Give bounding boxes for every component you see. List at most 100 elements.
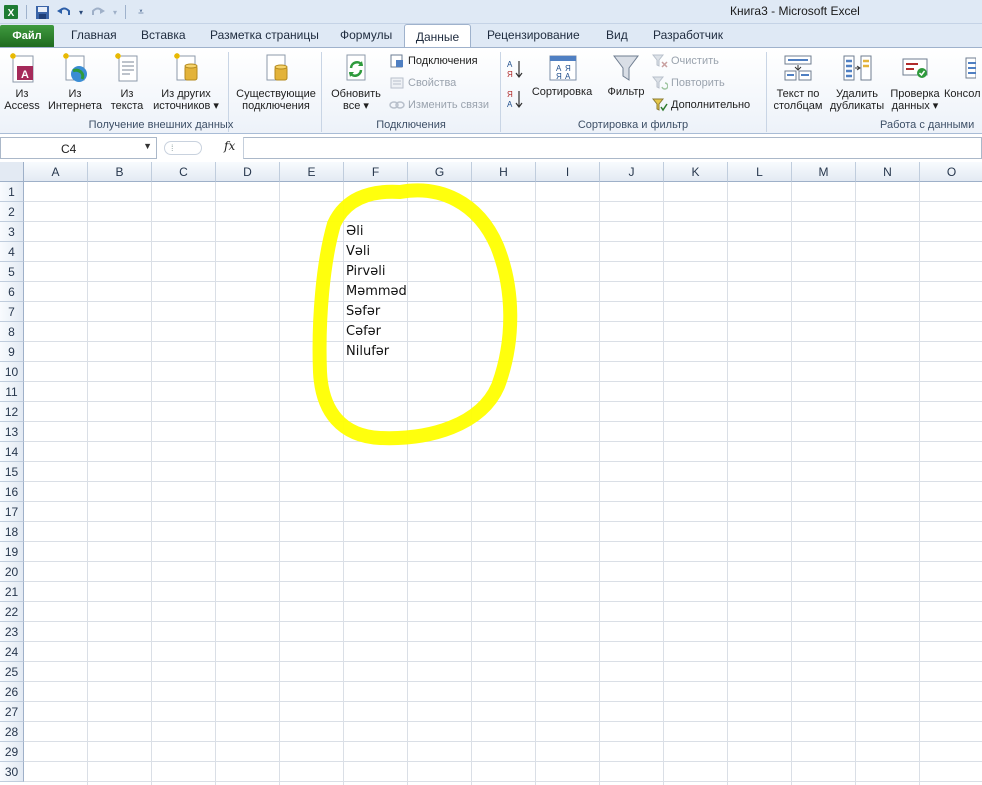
select-all-corner[interactable] (0, 162, 24, 182)
column-header-e[interactable]: E (280, 162, 344, 182)
tab-data[interactable]: Данные (404, 24, 471, 48)
cell-f7[interactable]: Səfər (346, 304, 380, 319)
column-header-k[interactable]: K (664, 162, 728, 182)
row-header-11[interactable]: 11 (0, 382, 24, 402)
formula-resize-handle[interactable]: ⁞ (164, 141, 202, 155)
column-header-c[interactable]: C (152, 162, 216, 182)
from-other-sources-button[interactable]: Из других источников ▾ (150, 52, 222, 112)
tab-view[interactable]: Вид (606, 28, 628, 42)
row-header-13[interactable]: 13 (0, 422, 24, 442)
properties-icon (389, 76, 405, 90)
row-header-26[interactable]: 26 (0, 682, 24, 702)
tab-file[interactable]: Файл (0, 25, 54, 47)
customize-icon[interactable]: ⩡ (132, 3, 150, 21)
text-file-icon (112, 52, 142, 84)
column-header-d[interactable]: D (216, 162, 280, 182)
name-box-dropdown-icon[interactable]: ▼ (143, 141, 152, 151)
sort-za-button[interactable]: ЯА (506, 88, 524, 110)
svg-text:А: А (507, 100, 513, 109)
tab-formulas[interactable]: Формулы (340, 28, 392, 42)
row-header-21[interactable]: 21 (0, 582, 24, 602)
tab-home[interactable]: Главная (71, 28, 117, 42)
from-web-button[interactable]: Из Интернета (46, 52, 104, 112)
row-header-14[interactable]: 14 (0, 442, 24, 462)
row-header-10[interactable]: 10 (0, 362, 24, 382)
clear-filter-button[interactable]: Очистить (651, 54, 719, 68)
cell-area[interactable] (24, 182, 982, 785)
undo-icon[interactable] (55, 3, 73, 21)
cell-f5[interactable]: Pirvəli (346, 264, 385, 279)
row-header-24[interactable]: 24 (0, 642, 24, 662)
data-validation-button[interactable]: Проверка данных ▾ (888, 52, 942, 112)
row-header-4[interactable]: 4 (0, 242, 24, 262)
properties-button[interactable]: Свойства (389, 76, 456, 90)
row-header-5[interactable]: 5 (0, 262, 24, 282)
row-header-17[interactable]: 17 (0, 502, 24, 522)
row-header-30[interactable]: 30 (0, 762, 24, 782)
row-header-6[interactable]: 6 (0, 282, 24, 302)
row-header-19[interactable]: 19 (0, 542, 24, 562)
row-header-1[interactable]: 1 (0, 182, 24, 202)
from-text-button[interactable]: Из текста (108, 52, 146, 112)
row-header-15[interactable]: 15 (0, 462, 24, 482)
sort-button[interactable]: АЯЯА Сортировка (528, 52, 596, 98)
tab-insert[interactable]: Вставка (141, 28, 186, 42)
reapply-button[interactable]: Повторить (651, 76, 725, 90)
column-header-j[interactable]: J (600, 162, 664, 182)
advanced-filter-button[interactable]: Дополнительно (651, 98, 750, 112)
cell-f3[interactable]: Əli (346, 224, 363, 239)
cell-f8[interactable]: Cəfər (346, 324, 381, 339)
refresh-all-button[interactable]: Обновить все ▾ (327, 52, 385, 112)
sort-az-button[interactable]: АЯ (506, 58, 524, 80)
text-to-columns-button[interactable]: Текст по столбцам (770, 52, 826, 112)
row-header-9[interactable]: 9 (0, 342, 24, 362)
row-header-8[interactable]: 8 (0, 322, 24, 342)
column-header-f[interactable]: F (344, 162, 408, 182)
row-header-2[interactable]: 2 (0, 202, 24, 222)
row-header-27[interactable]: 27 (0, 702, 24, 722)
name-box[interactable]: C4 ▼ (0, 137, 157, 159)
row-header-25[interactable]: 25 (0, 662, 24, 682)
tab-developer[interactable]: Разработчик (653, 28, 723, 42)
row-header-16[interactable]: 16 (0, 482, 24, 502)
row-header-28[interactable]: 28 (0, 722, 24, 742)
column-header-n[interactable]: N (856, 162, 920, 182)
row-header-7[interactable]: 7 (0, 302, 24, 322)
row-header-23[interactable]: 23 (0, 622, 24, 642)
edit-links-button[interactable]: Изменить связи (389, 98, 489, 112)
clear-filter-label: Очистить (671, 55, 719, 67)
row-header-18[interactable]: 18 (0, 522, 24, 542)
column-header-l[interactable]: L (728, 162, 792, 182)
column-header-o[interactable]: O (920, 162, 982, 182)
column-header-h[interactable]: H (472, 162, 536, 182)
redo-dropdown-icon[interactable]: ▾ (111, 3, 119, 21)
row-header-29[interactable]: 29 (0, 742, 24, 762)
row-header-20[interactable]: 20 (0, 562, 24, 582)
row-header-22[interactable]: 22 (0, 602, 24, 622)
insert-function-icon[interactable]: fx (224, 139, 235, 153)
filter-button[interactable]: Фильтр (604, 52, 648, 98)
cell-f6[interactable]: Məmməd (346, 284, 407, 299)
cell-f4[interactable]: Vəli (346, 244, 370, 259)
consolidate-button[interactable]: Консол (944, 52, 982, 100)
column-header-g[interactable]: G (408, 162, 472, 182)
row-header-12[interactable]: 12 (0, 402, 24, 422)
remove-duplicates-button[interactable]: Удалить дубликаты (828, 52, 886, 112)
save-icon[interactable] (33, 3, 51, 21)
column-header-m[interactable]: M (792, 162, 856, 182)
excel-icon[interactable]: X (2, 3, 20, 21)
from-access-button[interactable]: A Из Access (4, 52, 40, 112)
database-icon (171, 52, 201, 84)
column-header-a[interactable]: A (24, 162, 88, 182)
tab-review[interactable]: Рецензирование (487, 28, 580, 42)
column-header-i[interactable]: I (536, 162, 600, 182)
tab-page-layout[interactable]: Разметка страницы (210, 28, 319, 42)
connections-button[interactable]: Подключения (389, 54, 478, 68)
formula-input[interactable] (243, 137, 982, 159)
cell-f9[interactable]: Nilufər (346, 344, 389, 359)
row-header-3[interactable]: 3 (0, 222, 24, 242)
redo-icon[interactable] (89, 3, 107, 21)
existing-connections-button[interactable]: Существующие подключения (234, 52, 318, 112)
column-header-b[interactable]: B (88, 162, 152, 182)
undo-dropdown-icon[interactable]: ▾ (77, 3, 85, 21)
